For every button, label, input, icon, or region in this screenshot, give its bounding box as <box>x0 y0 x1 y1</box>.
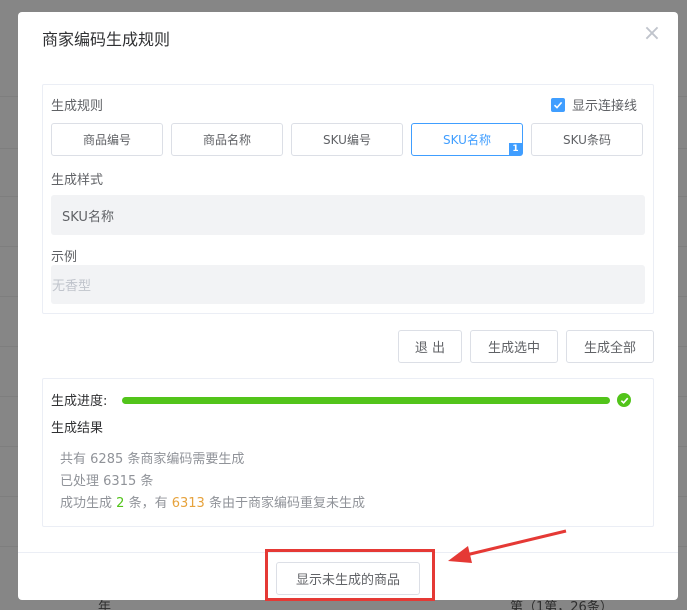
example-field: 无香型 <box>51 265 645 304</box>
rule-button-sku-name[interactable]: SKU名称 1 <box>411 123 523 156</box>
rule-card: 生成规则 显示连接线 商品编号 商品名称 SKU编号 SKU名称 1 SKU条码… <box>42 84 654 314</box>
rule-button-product-number[interactable]: 商品编号 <box>51 123 163 156</box>
result-line-success: 成功生成 2 条，有 6313 条由于商家编码重复未生成 <box>60 492 365 511</box>
result-text: 条商家编码需要生成 <box>127 452 245 467</box>
check-circle-icon <box>617 393 631 407</box>
result-text: 共有 <box>60 452 87 467</box>
progress-label: 生成进度: <box>51 394 108 409</box>
result-line-total: 共有 6285 条商家编码需要生成 <box>60 448 244 467</box>
generate-all-button[interactable]: 生成全部 <box>566 330 654 363</box>
generate-selected-button[interactable]: 生成选中 <box>470 330 558 363</box>
rule-button-sku-number[interactable]: SKU编号 <box>291 123 403 156</box>
result-count: 6285 <box>90 452 124 467</box>
show-connector-label: 显示连接线 <box>571 99 637 114</box>
duplicate-count: 6313 <box>171 496 205 511</box>
rule-label: 生成规则 <box>51 99 104 114</box>
result-line-processed: 已处理 6315 条 <box>60 470 153 489</box>
result-text: 条由于商家编码重复未生成 <box>208 496 365 511</box>
rule-button-product-name[interactable]: 商品名称 <box>171 123 283 156</box>
rule-button-sku-barcode[interactable]: SKU条码 <box>531 123 643 156</box>
footer-divider <box>18 552 678 553</box>
exit-button[interactable]: 退 出 <box>398 330 462 363</box>
code-rule-dialog: 商家编码生成规则 × 生成规则 显示连接线 商品编号 商品名称 SKU编号 SK… <box>18 12 678 600</box>
rule-button-sku-name-label: SKU名称 <box>443 133 491 147</box>
progress-bar <box>122 397 610 404</box>
result-label: 生成结果 <box>51 421 104 436</box>
result-card: 生成进度: 生成结果 共有 6285 条商家编码需要生成 已处理 6315 条 … <box>42 378 654 527</box>
rule-order-badge: 1 <box>509 143 522 155</box>
dialog-header: 商家编码生成规则 × <box>18 12 678 60</box>
progress-bar-fill <box>122 397 610 404</box>
show-ungenerated-button[interactable]: 显示未生成的商品 <box>276 562 420 595</box>
style-label: 生成样式 <box>51 173 104 188</box>
result-text: 已处理 <box>60 474 100 489</box>
close-icon[interactable]: × <box>642 23 662 45</box>
result-text: 条，有 <box>128 496 168 511</box>
example-label: 示例 <box>51 250 78 265</box>
show-connector-checkbox[interactable]: 显示连接线 <box>550 95 637 114</box>
style-field[interactable]: SKU名称 <box>51 195 645 235</box>
success-count: 2 <box>116 496 125 511</box>
dialog-title: 商家编码生成规则 <box>42 30 171 49</box>
result-count: 6315 <box>103 474 137 489</box>
result-text: 成功生成 <box>60 496 113 511</box>
checkbox-checked-icon[interactable] <box>550 97 565 112</box>
result-text: 条 <box>140 474 154 489</box>
